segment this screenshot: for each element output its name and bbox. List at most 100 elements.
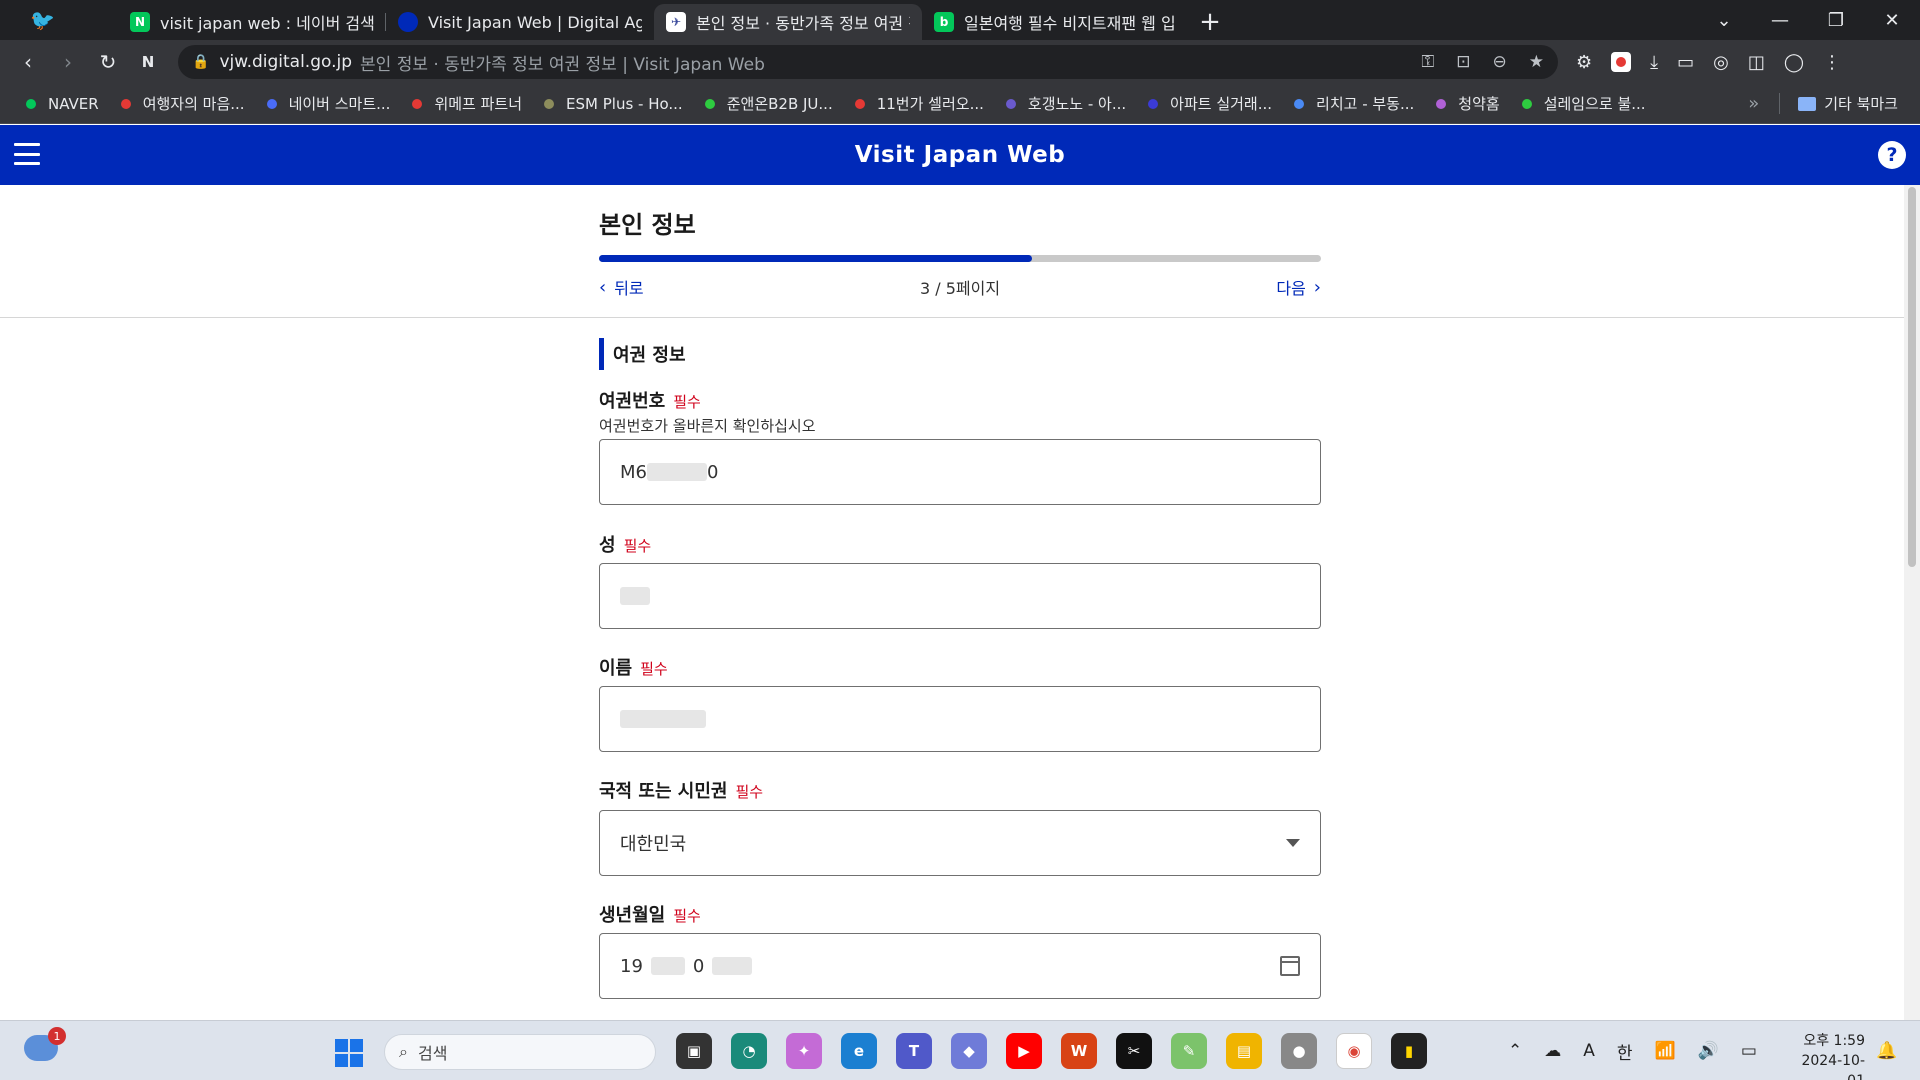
help-icon[interactable]: ?: [1878, 141, 1906, 169]
chrome-icon[interactable]: ◉: [1336, 1033, 1372, 1069]
forward-arrow-icon[interactable]: ›: [48, 42, 88, 82]
browser-tab-strip: 🐦 N visit japan web : 네이버 검색 Visit Japan…: [0, 0, 1920, 40]
next-link[interactable]: 다음 ›: [1276, 275, 1321, 299]
bookmark-item[interactable]: ESM Plus - Ho...: [544, 95, 683, 113]
capcut-icon[interactable]: ✂: [1116, 1033, 1152, 1069]
media-icon[interactable]: ▭: [1677, 52, 1694, 73]
speaker-icon[interactable]: 🔊: [1698, 1041, 1719, 1061]
bookmark-item[interactable]: 여행자의 마음...: [120, 93, 245, 114]
tab-strip-left-icons: 🐦: [0, 0, 118, 40]
side-panel-icon[interactable]: ◫: [1748, 52, 1765, 73]
bookmark-star-icon[interactable]: ★: [1529, 52, 1544, 72]
chevron-up-icon[interactable]: ⌃: [1508, 1041, 1522, 1061]
teams-icon[interactable]: T: [896, 1033, 932, 1069]
copilot-app-icon[interactable]: ◆: [951, 1033, 987, 1069]
browser-tab-3-active[interactable]: ✈ 본인 정보 · 동반가족 정보 여권 정보: [654, 4, 922, 40]
other-bookmarks-folder[interactable]: 기타 북마크: [1779, 93, 1898, 114]
snipping-tool-icon[interactable]: ✎: [1171, 1033, 1207, 1069]
download-icon[interactable]: ⤓: [1650, 52, 1658, 73]
install-app-icon[interactable]: ⊡: [1456, 52, 1470, 72]
tab-title: 본인 정보 · 동반가족 정보 여권 정보: [696, 14, 910, 33]
page-title: 본인 정보: [599, 211, 696, 239]
browser-tab-2[interactable]: Visit Japan Web | Digital Agency: [386, 4, 654, 40]
ime-indicator[interactable]: 한: [1617, 1039, 1633, 1064]
close-icon[interactable]: ✕: [1864, 10, 1920, 31]
address-bar[interactable]: 🔒 vjw.digital.go.jp 본인 정보 · 동반가족 정보 여권 정…: [178, 45, 1558, 79]
browser-tab-1[interactable]: N visit japan web : 네이버 검색: [118, 4, 386, 40]
menu-kebab-icon[interactable]: ⋮: [1823, 52, 1841, 73]
profile-icon[interactable]: ◯: [1784, 52, 1804, 73]
bookmark-item[interactable]: 네이버 스마트...: [266, 93, 390, 114]
taskbar-clock[interactable]: 오후 1:59 2024-10-01: [1785, 1031, 1865, 1080]
birthdate-input[interactable]: 19 0: [599, 933, 1321, 999]
sticky-notes-icon[interactable]: ▮: [1391, 1033, 1427, 1069]
restore-icon[interactable]: ❐: [1808, 10, 1864, 31]
onedrive-icon[interactable]: ☁: [1544, 1041, 1561, 1061]
site-info-icon[interactable]: 🔒: [192, 54, 209, 70]
reload-icon[interactable]: ↻: [88, 42, 128, 82]
more-bookmarks-icon[interactable]: »: [1748, 93, 1759, 114]
battery-icon[interactable]: ▭: [1741, 1041, 1757, 1061]
minimize-icon[interactable]: —: [1752, 10, 1808, 31]
required-badge: 필수: [640, 660, 668, 678]
zoom-icon[interactable]: ⊖: [1493, 52, 1507, 72]
weather-widget-icon[interactable]: 1: [24, 1027, 66, 1061]
font-icon[interactable]: A: [1583, 1041, 1595, 1061]
redacted-mask: [712, 957, 753, 975]
caret-down-icon: [1286, 839, 1300, 847]
progress-fill: [599, 255, 1033, 262]
bookmark-item[interactable]: 아파트 실거래...: [1148, 93, 1272, 114]
passport-number-input[interactable]: M6 0: [599, 439, 1321, 505]
bookmark-item[interactable]: 11번가 셀러오...: [854, 93, 984, 114]
given-name-input[interactable]: [599, 686, 1321, 752]
wavy-app-icon[interactable]: W: [1061, 1033, 1097, 1069]
file-explorer-icon[interactable]: ▤: [1226, 1033, 1262, 1069]
bookmark-item[interactable]: 리치고 - 부동...: [1294, 93, 1414, 114]
back-link[interactable]: ‹ 뒤로: [599, 275, 644, 299]
task-view-icon[interactable]: ▣: [676, 1033, 712, 1069]
new-tab-button[interactable]: +: [1190, 4, 1230, 40]
bird-icon[interactable]: 🐦: [30, 8, 55, 32]
taskbar-search[interactable]: ⌕ 검색: [384, 1034, 656, 1070]
extensions-puzzle-icon[interactable]: ⚙: [1576, 52, 1592, 73]
bookmark-item[interactable]: 설레임으로 불...: [1521, 93, 1646, 114]
nationality-label: 국적 또는 시민권 필수: [599, 781, 764, 802]
bookmark-dot-icon: [1436, 98, 1447, 109]
redacted-mask: [620, 710, 706, 728]
naver-home-icon[interactable]: N: [128, 42, 168, 82]
surname-input[interactable]: [599, 563, 1321, 629]
browser-tab-4[interactable]: b 일본여행 필수 비지트재팬 웹 입: [922, 4, 1190, 40]
passport-number-hint: 여권번호가 올바른지 확인하십시오: [599, 417, 816, 435]
scrollbar-thumb[interactable]: [1908, 187, 1916, 567]
bookmark-item[interactable]: 준앤온B2B JU...: [704, 93, 833, 114]
youtube-icon[interactable]: ▶: [1006, 1033, 1042, 1069]
copilot-icon[interactable]: ✦: [786, 1033, 822, 1069]
tab-search-icon[interactable]: ⌄: [1696, 10, 1752, 31]
recorder-icon[interactable]: ●: [1281, 1033, 1317, 1069]
bookmark-item[interactable]: 위메프 파트너: [412, 93, 522, 114]
notification-bell-icon[interactable]: 🔔: [1876, 1041, 1897, 1061]
edge-icon[interactable]: e: [841, 1033, 877, 1069]
required-badge: 필수: [673, 393, 701, 411]
url-host: vjw.digital.go.jp: [219, 52, 353, 72]
record-extension-icon[interactable]: [1611, 52, 1632, 72]
back-arrow-icon[interactable]: ‹: [8, 42, 48, 82]
site-brand[interactable]: Visit Japan Web: [855, 142, 1065, 168]
hamburger-menu-icon[interactable]: [14, 143, 40, 165]
calendar-icon[interactable]: [1280, 956, 1300, 976]
wifi-icon[interactable]: 📶: [1655, 1041, 1676, 1061]
bookmark-item[interactable]: 호갱노노 - 아...: [1005, 93, 1126, 114]
redacted-mask: [620, 587, 650, 605]
bookmark-item[interactable]: 청약홈: [1436, 93, 1500, 114]
windows-start-icon[interactable]: [335, 1039, 363, 1067]
key-icon[interactable]: ⚿: [1421, 52, 1434, 72]
site-header: Visit Japan Web ?: [0, 125, 1920, 185]
bookmark-item[interactable]: NAVER: [26, 95, 99, 113]
bookmark-dot-icon: [1521, 98, 1532, 109]
screenshot-icon[interactable]: ◎: [1713, 52, 1729, 73]
window-controls: ⌄ — ❐ ✕: [1696, 0, 1920, 40]
page-scrollbar[interactable]: [1904, 185, 1920, 1020]
nationality-select[interactable]: 대한민국: [599, 810, 1321, 876]
bookmark-dot-icon: [26, 98, 36, 109]
chat-app-icon[interactable]: ◔: [731, 1033, 767, 1069]
